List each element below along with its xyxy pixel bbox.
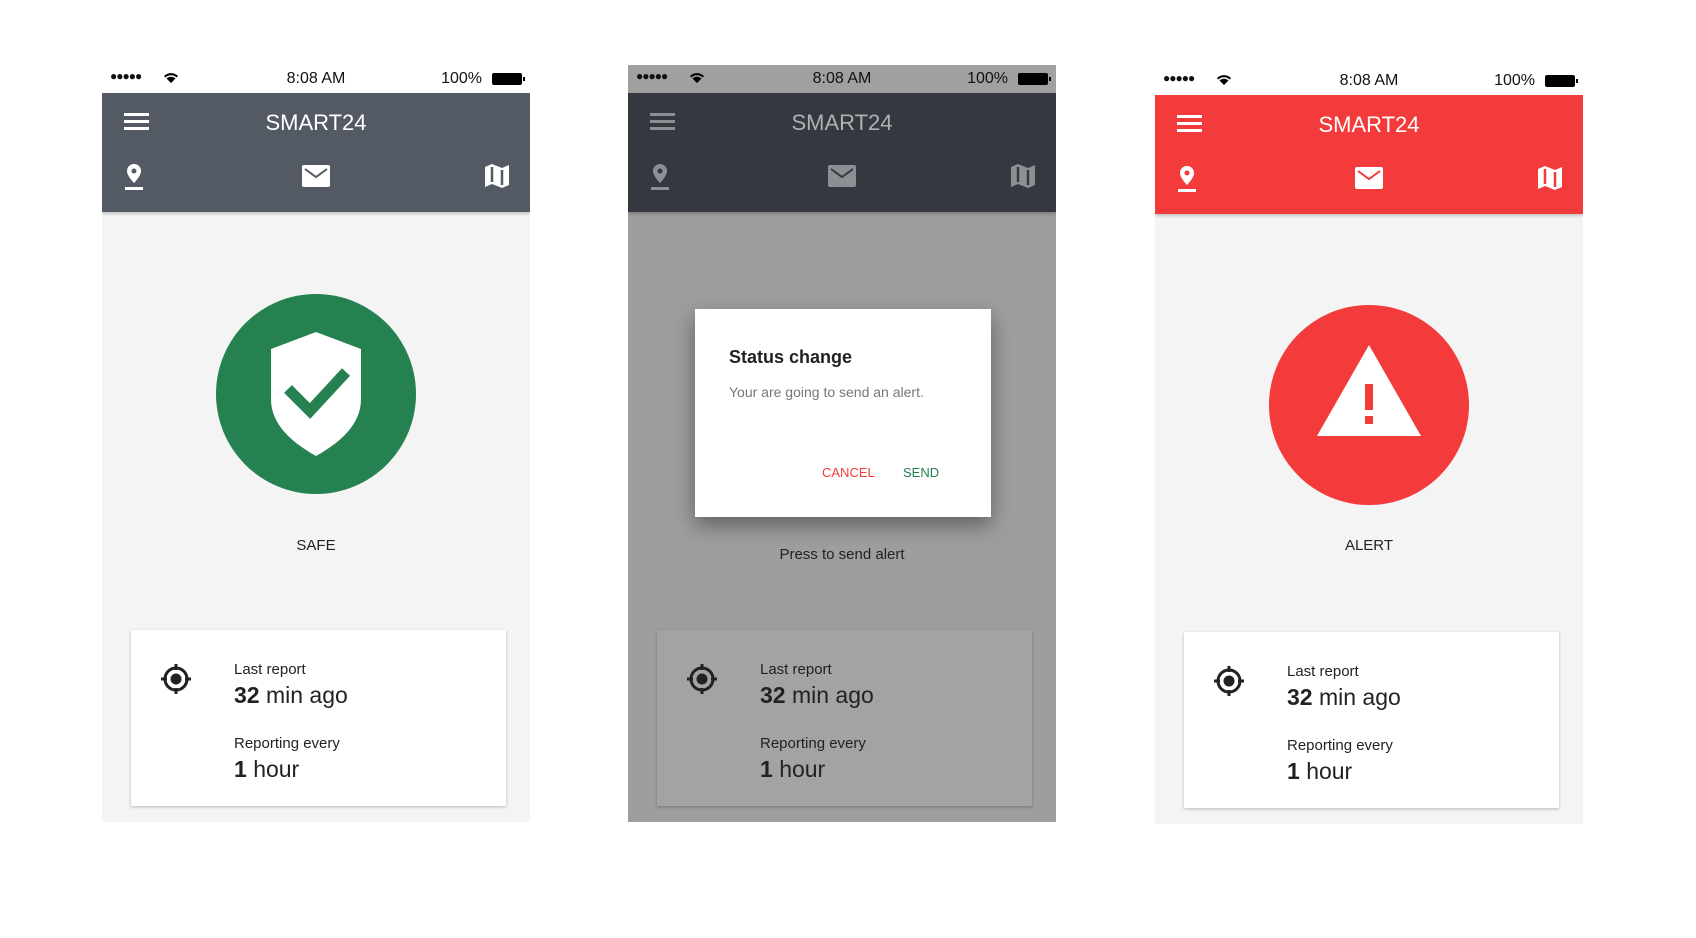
- status-label: SAFE: [296, 537, 336, 554]
- status-label: ALERT: [1344, 537, 1394, 554]
- status-area: SAFE Last report 32 min ago Reporting ev…: [102, 65, 530, 822]
- gps-target-icon: [687, 664, 717, 694]
- phone-screen-alert: ●●●●● 8:08 AM 100% SMART24 ALERT Last re…: [1155, 67, 1583, 824]
- dialog-message: Your are going to send an alert.: [729, 384, 924, 400]
- last-report-label: Last report: [1287, 663, 1359, 680]
- last-report-value: 32 min ago: [760, 682, 874, 708]
- interval-value: 1 hour: [1287, 758, 1353, 784]
- gps-target-icon: [1214, 666, 1244, 696]
- safe-status-button[interactable]: [216, 294, 416, 494]
- phone-screen-confirm: ●●●●● 8:08 AM 100% SMART24 Press to send…: [628, 65, 1056, 822]
- press-to-send-label[interactable]: Press to send alert: [628, 546, 1056, 563]
- interval-label: Reporting every: [760, 735, 866, 752]
- send-button[interactable]: SEND: [903, 465, 939, 480]
- last-report-value: 32 min ago: [1287, 684, 1401, 710]
- status-area: ALERT Last report 32 min ago Reporting e…: [1155, 67, 1583, 824]
- gps-target-icon: [161, 664, 191, 694]
- interval-label: Reporting every: [234, 735, 340, 752]
- phone-screen-safe: ●●●●● 8:08 AM 100% SMART24 SAFE Last rep…: [102, 65, 530, 822]
- last-report-label: Last report: [760, 661, 832, 678]
- report-card: Last report 32 min ago Reporting every 1…: [1184, 632, 1559, 808]
- cancel-button[interactable]: CANCEL: [822, 465, 875, 480]
- interval-value: 1 hour: [234, 756, 300, 782]
- status-change-dialog: Status change Your are going to send an …: [695, 309, 991, 517]
- interval-value: 1 hour: [760, 756, 826, 782]
- last-report-value: 32 min ago: [234, 682, 348, 708]
- report-card: Last report 32 min ago Reporting every 1…: [131, 630, 506, 806]
- shield-check-icon: [271, 332, 361, 456]
- report-card: Last report 32 min ago Reporting every 1…: [657, 630, 1032, 806]
- last-report-label: Last report: [234, 661, 306, 678]
- interval-label: Reporting every: [1287, 737, 1393, 754]
- dialog-title: Status change: [729, 347, 853, 367]
- warning-triangle-icon: [1317, 345, 1421, 436]
- alert-status-button[interactable]: [1269, 305, 1469, 505]
